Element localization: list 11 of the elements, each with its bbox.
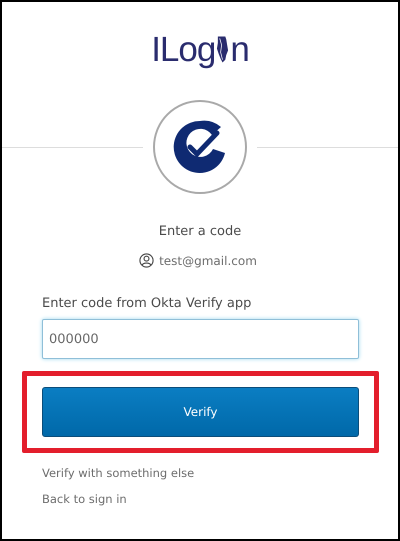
field-label: Enter code from Okta Verify app xyxy=(42,296,252,311)
user-icon xyxy=(139,253,154,268)
page-title: Enter a code xyxy=(158,224,242,239)
link[interactable]: Verify with something else xyxy=(42,466,194,480)
verify-button[interactable]: Verify xyxy=(42,387,359,437)
account-email: test@gmail.com xyxy=(159,254,257,268)
logo-text: n xyxy=(230,31,249,69)
link[interactable]: Back to sign in xyxy=(42,492,127,506)
checkmark-icon xyxy=(172,119,228,175)
code-input-field[interactable]: 000000 xyxy=(42,319,359,359)
logo-text: ILog xyxy=(151,31,216,69)
